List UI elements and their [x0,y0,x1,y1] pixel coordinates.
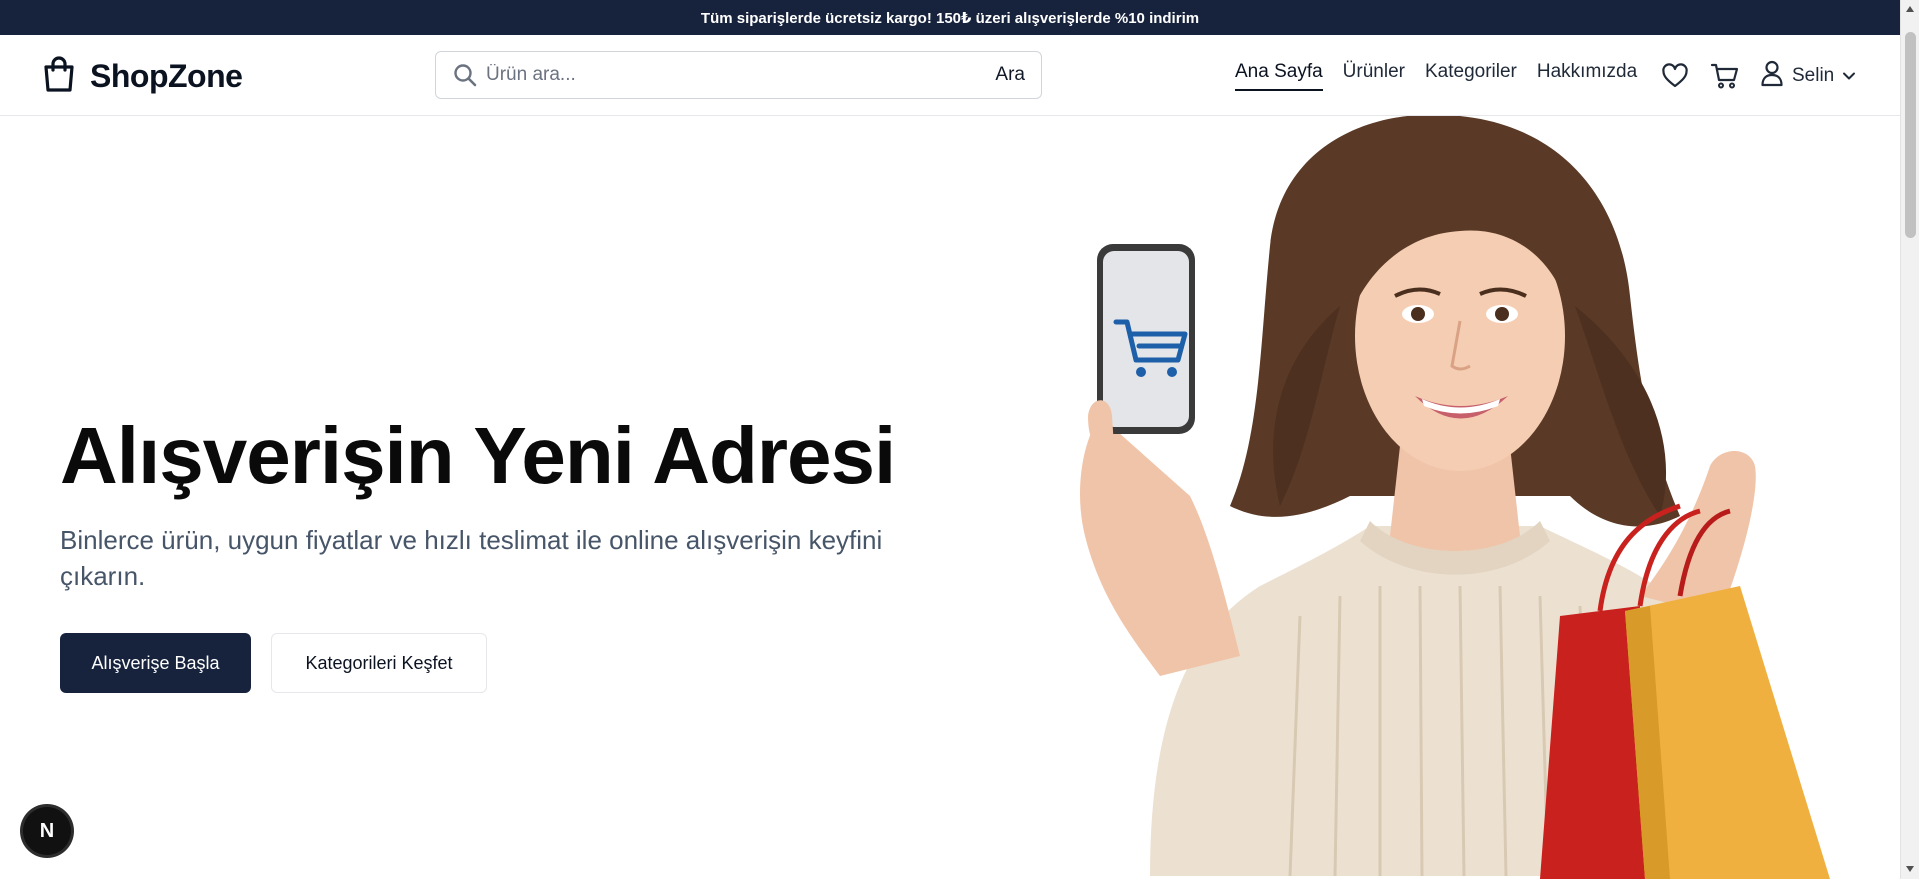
announcement-text: Tüm siparişlerde ücretsiz kargo! 150₺ üz… [700,9,1200,27]
shopping-bag-icon [42,55,76,98]
user-name: Selin [1792,65,1835,86]
dev-badge[interactable]: N [23,807,71,855]
site-header: ShopZone Ara Ana Sayfa Ürünler Kategoril… [0,35,1900,116]
hero-subtitle: Binlerce ürün, uygun fiyatlar ve hızlı t… [60,525,883,591]
logo[interactable]: ShopZone [42,55,243,98]
nav-categories[interactable]: Kategoriler [1425,61,1517,91]
user-icon [1760,59,1784,93]
vertical-scrollbar[interactable] [1900,0,1919,879]
scroll-down-arrow-icon[interactable] [1906,866,1914,872]
user-menu[interactable]: Selin [1760,59,1856,93]
heart-icon[interactable] [1660,61,1690,91]
header-actions: Selin [1660,59,1856,93]
nav-home[interactable]: Ana Sayfa [1235,61,1323,91]
hero-title: Alışverişin Yeni Adresi [60,411,896,500]
scroll-thumb[interactable] [1905,32,1916,238]
search-bar: Ara [435,51,1042,99]
explore-categories-button[interactable]: Kategorileri Keşfet [271,633,487,693]
search-button[interactable]: Ara [995,64,1025,86]
start-shopping-button[interactable]: Alışverişe Başla [60,633,251,693]
hero-image [1040,116,1900,879]
main-nav: Ana Sayfa Ürünler Kategoriler Hakkımızda [1235,61,1657,91]
nav-about[interactable]: Hakkımızda [1537,61,1637,91]
cart-icon[interactable] [1710,61,1740,91]
logo-text: ShopZone [90,58,243,94]
page: Tüm siparişlerde ücretsiz kargo! 150₺ üz… [0,0,1919,879]
search-input[interactable] [486,52,996,98]
chevron-down-icon [1842,65,1856,87]
announcement-bar: Tüm siparişlerde ücretsiz kargo! 150₺ üz… [0,0,1900,35]
search-icon [452,62,478,88]
scroll-up-arrow-icon[interactable] [1906,6,1914,12]
nav-products[interactable]: Ürünler [1343,61,1405,91]
